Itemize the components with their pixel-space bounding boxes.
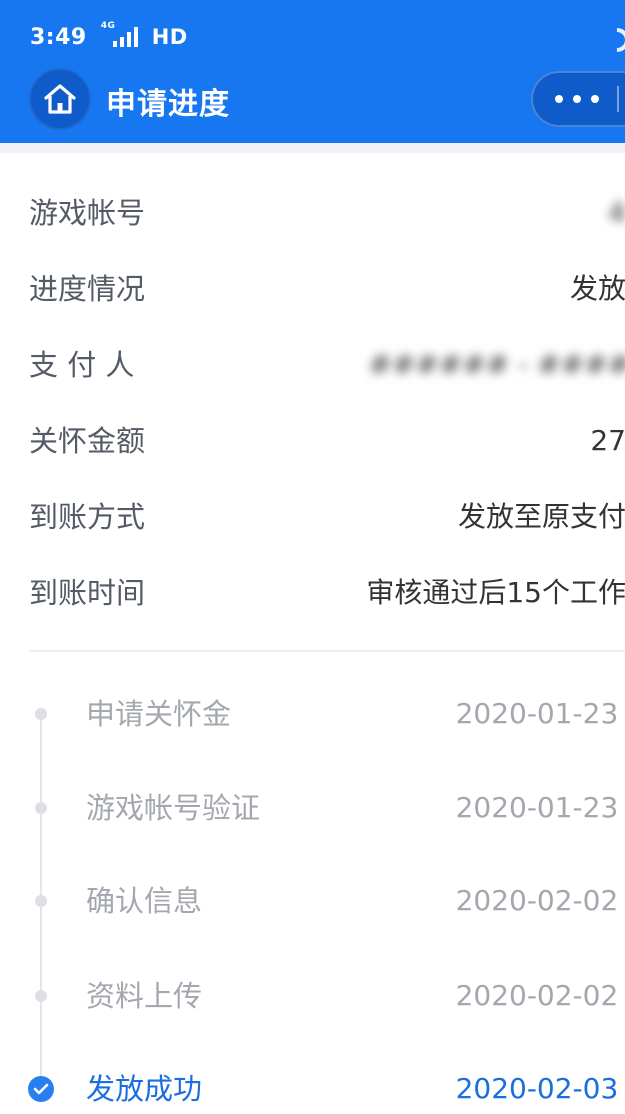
page-title: 申请进度 [106, 87, 230, 122]
info-label: 支 付 人 [29, 348, 135, 382]
step-dot-icon [35, 895, 47, 907]
content-sheet: 游戏帐号 4 进度情况 发放 支 付 人 ###### - #### 关怀金额 … [0, 143, 625, 1106]
more-dots-icon[interactable] [555, 71, 599, 127]
home-button[interactable] [29, 68, 91, 130]
info-label: 关怀金额 [29, 424, 146, 458]
info-label: 到账方式 [29, 500, 146, 534]
step-name: 发放成功 [86, 1072, 203, 1106]
info-row-method: 到账方式 发放至原支付 [0, 492, 625, 542]
info-value: 发放 [569, 272, 625, 305]
step-dot-icon [35, 990, 47, 1002]
info-label: 进度情况 [29, 272, 146, 306]
top-nav-bar: 3:49 4G HD 申请进度 [0, 0, 625, 143]
info-row-payer: 支 付 人 ###### - #### [0, 340, 625, 390]
check-circle-icon [28, 1076, 54, 1102]
network-type: 4G [100, 21, 116, 31]
info-row-arrival-time: 到账时间 审核通过后15个工作 [0, 568, 625, 618]
signal-icon: 4G [101, 21, 138, 47]
timeline-step: 确认信息 2020-02-02 2 [0, 876, 625, 926]
step-time: 2020-01-23 1 [455, 791, 625, 824]
info-value: 发放至原支付 [457, 500, 625, 533]
step-time: 2020-02-02 2 [455, 979, 625, 1012]
step-name: 确认信息 [86, 884, 203, 918]
timeline-step-active: 发放成功 2020-02-03 1 [0, 1064, 625, 1114]
info-row-progress: 进度情况 发放 [0, 264, 625, 314]
step-dot-icon [35, 802, 47, 814]
info-value: 4 [608, 196, 625, 229]
info-value: ###### - #### [368, 348, 625, 381]
info-value: 审核通过后15个工作 [366, 576, 625, 609]
capsule-divider [617, 86, 619, 112]
step-name: 资料上传 [86, 979, 203, 1013]
divider [29, 650, 625, 652]
status-bar: 3:49 4G HD [30, 21, 188, 52]
more-menu-capsule[interactable] [531, 71, 625, 127]
info-row-account: 游戏帐号 4 [0, 188, 625, 238]
status-time: 3:49 [30, 24, 87, 50]
step-time: 2020-02-03 1 [455, 1072, 625, 1105]
hd-indicator: HD [151, 25, 188, 49]
step-dot-icon [35, 708, 47, 720]
step-name: 申请关怀金 [86, 697, 232, 731]
info-value: 27 [590, 424, 625, 457]
timeline-step: 游戏帐号验证 2020-01-23 1 [0, 783, 625, 833]
step-time: 2020-02-02 2 [455, 884, 625, 917]
home-icon [44, 84, 76, 114]
timeline-step: 资料上传 2020-02-02 2 [0, 971, 625, 1021]
wifi-icon [600, 23, 625, 57]
timeline-step: 申请关怀金 2020-01-23 1 [0, 689, 625, 739]
info-label: 游戏帐号 [29, 196, 146, 230]
info-label: 到账时间 [29, 576, 146, 610]
step-name: 游戏帐号验证 [86, 791, 261, 825]
step-time: 2020-01-23 1 [455, 697, 625, 730]
info-row-amount: 关怀金额 27 [0, 416, 625, 466]
